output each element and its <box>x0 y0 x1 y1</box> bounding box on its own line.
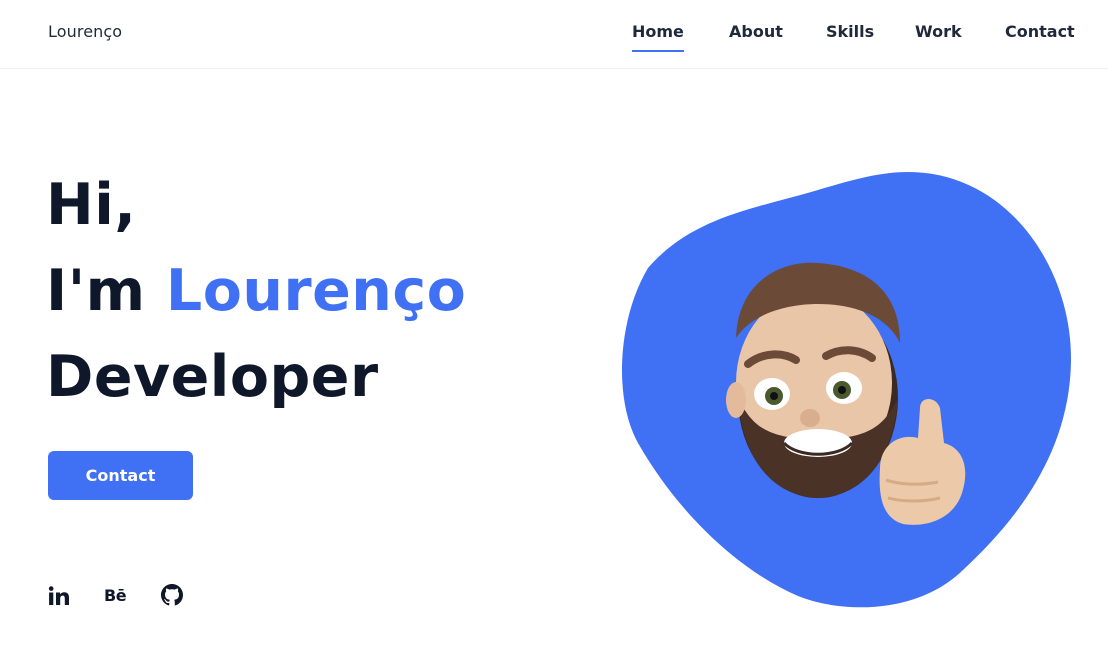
hero-headline: Hi, I'm Lourenço Developer <box>46 162 466 420</box>
nav-work[interactable]: Work <box>915 22 962 50</box>
contact-button[interactable]: Contact <box>48 451 193 500</box>
hero-image <box>618 168 1078 614</box>
avatar-blob-illustration <box>621 172 1071 608</box>
linkedin-link[interactable] <box>48 585 70 611</box>
headline-role: Developer <box>46 344 379 410</box>
nav-home[interactable]: Home <box>632 22 684 52</box>
headline-greeting: Hi, <box>46 172 137 238</box>
linkedin-icon <box>48 586 69 605</box>
headline-name: Lourenço <box>165 258 467 324</box>
behance-link[interactable]: Bē <box>104 583 127 609</box>
github-icon <box>161 584 183 606</box>
headline-intro: I'm Lourenço <box>46 248 466 334</box>
headline-prefix: I'm <box>46 258 146 324</box>
github-link[interactable] <box>161 584 183 610</box>
main-nav: Home About Skills Work Contact <box>0 22 1108 56</box>
nav-contact[interactable]: Contact <box>1005 22 1075 50</box>
nav-skills[interactable]: Skills <box>826 22 874 50</box>
nav-about[interactable]: About <box>729 22 783 50</box>
site-header: Lourenço Home About Skills Work Contact <box>0 0 1108 69</box>
